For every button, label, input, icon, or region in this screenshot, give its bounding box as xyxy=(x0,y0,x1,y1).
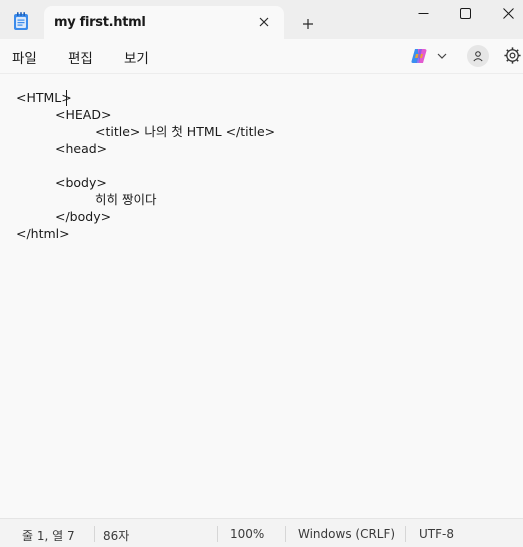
code-line-9: </html> xyxy=(16,226,70,241)
code-line-2: <HEAD> xyxy=(55,107,112,122)
status-divider xyxy=(405,526,406,542)
tab-my-first-html[interactable]: my first.html xyxy=(44,6,284,39)
menu-edit[interactable]: 편집 xyxy=(68,47,93,67)
plus-icon[interactable] xyxy=(297,13,319,35)
close-icon[interactable] xyxy=(254,12,274,32)
status-divider xyxy=(285,526,286,542)
code-line-3: <title> 나의 첫 HTML </title> xyxy=(95,124,276,139)
close-icon[interactable] xyxy=(485,0,523,26)
person-icon[interactable] xyxy=(467,45,489,67)
code-line-6: <body> xyxy=(55,175,107,190)
status-line-ending[interactable]: Windows (CRLF) xyxy=(298,527,395,541)
status-bar: 줄 1, 열 7 86자 100% Windows (CRLF) UTF-8 xyxy=(0,518,523,547)
menu-file[interactable]: 파일 xyxy=(12,47,37,67)
minimize-icon[interactable] xyxy=(400,0,446,26)
chevron-down-icon[interactable] xyxy=(436,50,448,62)
status-cursor-position: 줄 1, 열 7 xyxy=(22,529,75,543)
code-line-8: </body> xyxy=(55,209,112,224)
gear-icon[interactable] xyxy=(503,46,522,65)
notepad-icon xyxy=(14,12,28,30)
tab-title: my first.html xyxy=(54,15,146,30)
text-editor[interactable]: <HTML> <HEAD> <title> 나의 첫 HTML </title>… xyxy=(0,73,523,519)
status-encoding[interactable]: UTF-8 xyxy=(419,527,454,541)
code-line-7: 히히 짱이다 xyxy=(95,192,157,207)
status-divider xyxy=(94,526,95,542)
maximize-icon[interactable] xyxy=(442,0,488,26)
title-bar: my first.html xyxy=(0,0,523,39)
copilot-icon[interactable] xyxy=(410,47,428,65)
status-char-count: 86자 xyxy=(103,529,130,543)
status-divider xyxy=(217,526,218,542)
code-line-4: <head> xyxy=(55,141,108,156)
menu-view[interactable]: 보기 xyxy=(124,47,149,67)
code-line-1: <HTML> xyxy=(16,90,72,105)
status-zoom[interactable]: 100% xyxy=(230,527,264,541)
menu-bar: 파일 편집 보기 xyxy=(0,39,523,73)
text-caret xyxy=(66,90,67,106)
